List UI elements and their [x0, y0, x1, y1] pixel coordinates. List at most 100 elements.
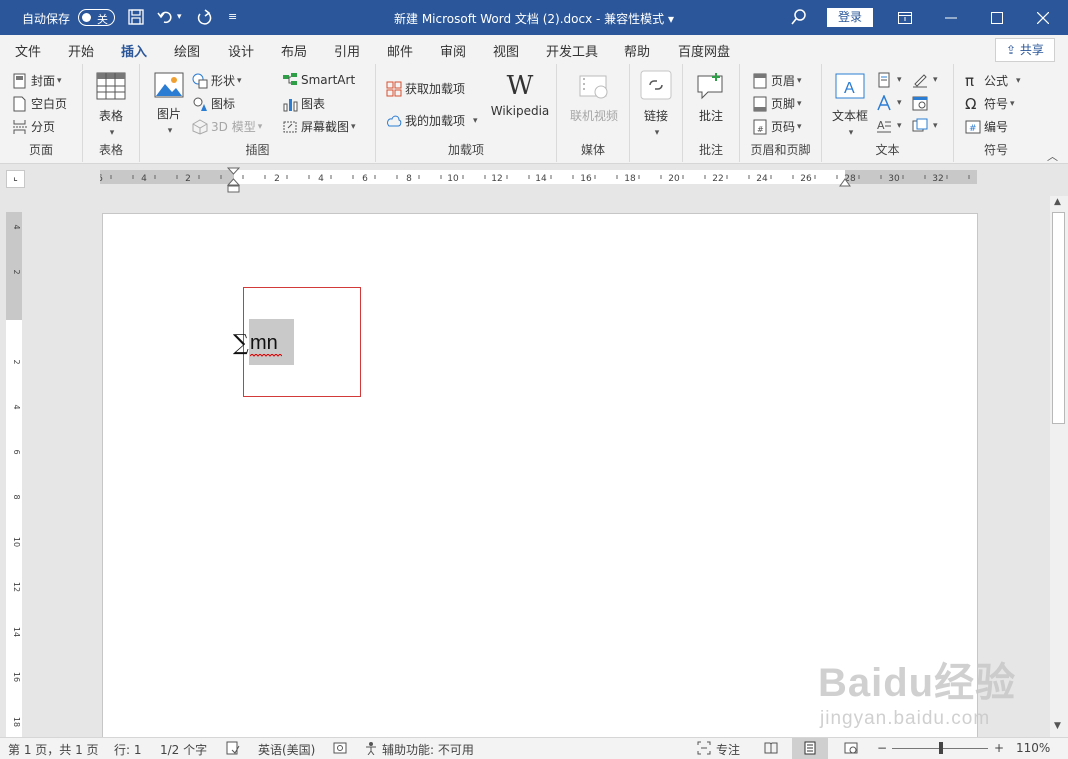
date-time-button[interactable]	[912, 95, 931, 111]
svg-text:#: #	[757, 125, 764, 134]
group-illustrations-label: 插图	[245, 143, 270, 157]
tab-file[interactable]: 文件	[15, 41, 41, 60]
indent-marker[interactable]	[227, 167, 240, 194]
scroll-down-icon[interactable]: ▼	[1054, 721, 1061, 731]
table-button[interactable]: 表格 ▾	[93, 72, 129, 138]
tab-design[interactable]: 设计	[228, 41, 254, 60]
ruler-tick-label: 8	[406, 174, 412, 184]
link-button[interactable]: 链接 ▾	[636, 70, 676, 138]
ribbon-display-options-icon[interactable]	[882, 0, 928, 35]
vertical-scrollbar[interactable]: ▲ ▼	[1050, 196, 1068, 737]
3d-model-icon	[192, 118, 208, 135]
focus-label[interactable]: 专注	[716, 741, 740, 758]
symbol-button[interactable]: Ω 符号 ▾	[965, 95, 1015, 112]
tab-review[interactable]: 审阅	[440, 41, 466, 60]
header-label: 页眉	[771, 74, 796, 88]
icons-button[interactable]: 图标	[192, 95, 235, 112]
sigma-symbol[interactable]: ∑	[233, 331, 249, 356]
cover-page-button[interactable]: 封面 ▾	[12, 72, 62, 89]
tab-baidu-netdisk[interactable]: 百度网盘	[678, 41, 730, 60]
macro-icon[interactable]	[333, 741, 347, 758]
textbox-button[interactable]: A 文本框 ▾	[830, 72, 870, 138]
ribbon: 封面 ▾ 空白页 分页 页面 表格 ▾ 表格 图片 ▾ 形状 ▾ 图标 3D 模…	[0, 64, 1068, 164]
vertical-ruler[interactable]: 4 2 2 4 6 8 10 12 14 16 18	[6, 212, 22, 737]
language[interactable]: 英语(美国)	[258, 741, 315, 758]
wikipedia-button[interactable]: W Wikipedia	[488, 72, 552, 118]
save-icon[interactable]	[127, 8, 147, 28]
comment-button[interactable]: 批注	[691, 72, 731, 124]
tab-help[interactable]: 帮助	[624, 41, 650, 60]
online-video-button[interactable]: 联机视频	[565, 72, 623, 124]
tab-draw[interactable]: 绘图	[174, 41, 200, 60]
3d-models-button[interactable]: 3D 模型 ▾	[192, 118, 262, 135]
page-break-button[interactable]: 分页	[12, 118, 55, 135]
read-mode-icon[interactable]	[764, 741, 778, 758]
get-addins-button[interactable]: 获取加载项	[386, 80, 465, 97]
minimize-icon[interactable]	[928, 0, 974, 35]
omega-icon: Ω	[965, 94, 977, 113]
right-indent-marker[interactable]	[839, 178, 851, 187]
proofing-icon[interactable]	[226, 741, 240, 758]
number-button[interactable]: # 编号	[965, 118, 1008, 135]
zoom-out-icon[interactable]: −	[877, 741, 887, 755]
quick-parts-button[interactable]: ▾	[876, 72, 902, 88]
shapes-button[interactable]: 形状 ▾	[192, 72, 242, 89]
footer-button[interactable]: 页脚 ▾	[752, 95, 802, 112]
zoom-in-icon[interactable]: +	[994, 741, 1004, 755]
share-button[interactable]: ⇪ 共享	[995, 38, 1055, 62]
header-button[interactable]: 页眉 ▾	[752, 72, 802, 89]
tab-selector[interactable]: ⌞	[6, 170, 25, 188]
my-addins-button[interactable]: 我的加载项 ▾	[386, 112, 478, 129]
my-addins-icon	[386, 113, 402, 129]
picture-icon	[152, 72, 186, 101]
line-number[interactable]: 行: 1	[114, 741, 142, 758]
equation-button[interactable]: π 公式 ▾	[965, 72, 1021, 89]
tab-references[interactable]: 引用	[334, 41, 360, 60]
group-links: 链接 ▾	[630, 64, 683, 162]
word-count[interactable]: 1/2 个字	[160, 741, 207, 758]
drop-cap-button[interactable]: A ▾	[876, 118, 902, 134]
undo-icon[interactable]	[157, 8, 177, 28]
maximize-icon[interactable]	[974, 0, 1020, 35]
scrollbar-thumb[interactable]	[1052, 212, 1065, 424]
focus-icon[interactable]	[697, 741, 711, 758]
undo-dropdown-icon[interactable]: ▾	[177, 12, 197, 32]
collapse-ribbon-icon[interactable]: ︿	[1047, 148, 1058, 164]
smartart-button[interactable]: SmartArt	[282, 72, 355, 88]
object-button[interactable]: ▾	[912, 118, 938, 134]
tab-home[interactable]: 开始	[68, 41, 94, 60]
redo-icon[interactable]	[195, 8, 215, 28]
tab-mailings[interactable]: 邮件	[387, 41, 413, 60]
close-icon[interactable]	[1020, 0, 1066, 35]
accessibility-status[interactable]: 辅助功能: 不可用	[382, 741, 474, 758]
object-icon	[912, 118, 928, 134]
signature-line-button[interactable]: ▾	[912, 72, 938, 88]
accessibility-icon[interactable]	[364, 741, 378, 758]
zoom-level[interactable]: 110%	[1016, 741, 1050, 755]
zoom-slider-thumb[interactable]	[939, 742, 943, 754]
autosave-toggle[interactable]: 关	[78, 9, 115, 26]
tab-developer[interactable]: 开发工具	[546, 41, 598, 60]
picture-button[interactable]: 图片 ▾	[152, 72, 186, 136]
symbol-label: 符号	[984, 97, 1009, 111]
web-layout-icon[interactable]	[844, 741, 858, 758]
wordart-button[interactable]: ▾	[876, 94, 902, 111]
footer-icon	[752, 96, 768, 112]
tab-view[interactable]: 视图	[493, 41, 519, 60]
tab-layout[interactable]: 布局	[281, 41, 307, 60]
page-number-button[interactable]: # 页码 ▾	[752, 118, 802, 135]
ruler-tick-label: 18	[624, 174, 636, 184]
tab-insert[interactable]: 插入	[121, 41, 148, 66]
watermark-logo-text: Baidu经验	[818, 661, 1017, 705]
scroll-up-icon[interactable]: ▲	[1054, 197, 1061, 207]
print-layout-icon[interactable]	[803, 741, 817, 758]
login-button[interactable]: 登录	[827, 8, 873, 27]
chart-button[interactable]: 图表	[282, 95, 325, 112]
equation-text[interactable]: mn	[250, 332, 278, 355]
customize-qat-icon[interactable]: ≡	[228, 10, 248, 30]
page-count[interactable]: 第 1 页，共 1 页	[8, 741, 99, 758]
blank-page-button[interactable]: 空白页	[12, 95, 67, 112]
online-video-label: 联机视频	[569, 109, 618, 123]
search-icon[interactable]	[790, 8, 810, 28]
screenshot-button[interactable]: 屏幕截图 ▾	[282, 118, 356, 135]
